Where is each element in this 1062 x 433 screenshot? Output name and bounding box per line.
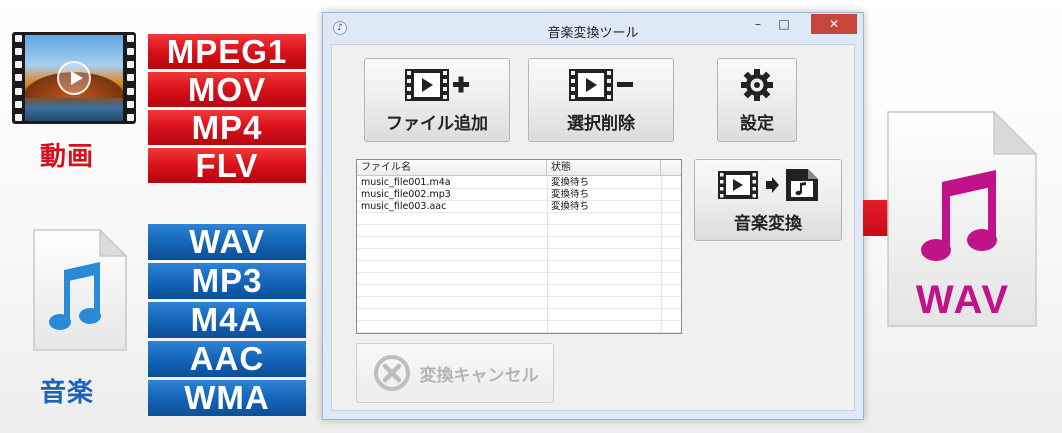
column-header-status[interactable]: 状態: [547, 160, 661, 175]
video-category-label: 動画: [40, 142, 95, 172]
video-format-badge: MP4: [148, 110, 306, 145]
file-status-cell: 変換待ち: [551, 189, 590, 200]
music-file-icon: [33, 228, 128, 351]
window-client-area: ファイル追加 選択削除 設定 ファイル名 状態 music_file001.m4…: [331, 44, 855, 411]
film-remove-icon: [569, 68, 633, 101]
table-row[interactable]: music_file001.m4a 変換待ち: [357, 177, 681, 189]
video-thumbnail-icon: [12, 32, 136, 124]
video-format-badge: MOV: [148, 72, 306, 107]
audio-format-badge: AAC: [148, 341, 306, 377]
cancel-conversion-label: 変換キャンセル: [419, 365, 539, 386]
play-icon: [57, 61, 91, 95]
audio-format-badge: WAV: [148, 224, 306, 260]
file-name-cell: music_file002.mp3: [361, 189, 451, 200]
minimize-button[interactable]: –: [745, 14, 771, 34]
audio-format-badge: M4A: [148, 302, 306, 338]
film-to-audio-icon: [718, 168, 818, 201]
delete-selected-button[interactable]: 選択削除: [528, 58, 674, 142]
table-row[interactable]: music_file002.mp3 変換待ち: [357, 189, 681, 201]
cancel-circle-icon: [373, 355, 410, 391]
settings-button[interactable]: 設定: [717, 58, 797, 142]
table-row[interactable]: music_file003.aac 変換待ち: [357, 201, 681, 213]
file-list-header: ファイル名 状態: [357, 160, 681, 176]
add-file-label: ファイル追加: [386, 113, 488, 134]
maximize-button[interactable]: □: [771, 14, 797, 34]
file-status-cell: 変換待ち: [551, 177, 590, 188]
convert-music-label: 音楽変換: [734, 213, 802, 234]
cancel-conversion-button[interactable]: 変換キャンセル: [356, 343, 554, 403]
file-name-cell: music_file001.m4a: [361, 177, 451, 188]
film-add-icon: [405, 68, 469, 101]
output-format-label: WAV: [915, 278, 1011, 322]
title-bar[interactable]: ♪ 音楽変換ツール – □ ✕: [323, 13, 863, 43]
audio-format-badge: WMA: [148, 380, 306, 416]
file-list-body: music_file001.m4a 変換待ち music_file002.mp3…: [357, 177, 681, 333]
audio-format-list: WAV MP3 M4A AAC WMA: [148, 224, 306, 416]
column-header-filename[interactable]: ファイル名: [357, 160, 547, 175]
add-file-button[interactable]: ファイル追加: [364, 58, 510, 142]
file-status-cell: 変換待ち: [551, 201, 590, 212]
video-format-badge: FLV: [148, 148, 306, 183]
delete-selected-label: 選択削除: [567, 113, 635, 134]
audio-format-badge: MP3: [148, 263, 306, 299]
audio-category-label: 音楽: [40, 378, 95, 408]
file-list[interactable]: ファイル名 状態 music_file001.m4a 変換待ち music_fi…: [356, 159, 682, 334]
file-name-cell: music_file003.aac: [361, 201, 447, 212]
video-format-list: MPEG1 MOV MP4 FLV: [148, 34, 306, 183]
convert-music-button[interactable]: 音楽変換: [694, 159, 842, 241]
video-format-badge: MPEG1: [148, 34, 306, 69]
settings-label: 設定: [740, 113, 774, 134]
app-window: ♪ 音楽変換ツール – □ ✕ ファイル追加 選択削除 設定 ファイル名 状態 …: [322, 12, 864, 420]
gear-icon: [741, 68, 773, 101]
close-button[interactable]: ✕: [811, 14, 857, 34]
